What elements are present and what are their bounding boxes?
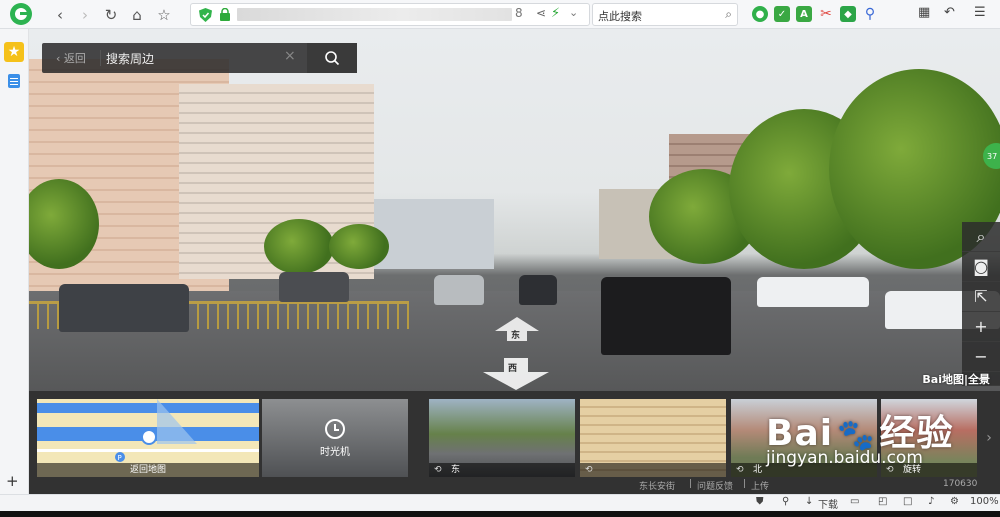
share-icon[interactable]: ⋖ bbox=[536, 6, 546, 20]
add-icon[interactable]: + bbox=[6, 472, 19, 490]
taskbar-edge bbox=[0, 511, 1000, 517]
upload-link[interactable]: 上传 bbox=[751, 479, 769, 492]
capture-date: 170630 bbox=[943, 479, 978, 489]
download-icon[interactable]: ↓ bbox=[805, 496, 813, 507]
car-police bbox=[757, 277, 869, 307]
jingyan-watermark: Bai 🐾 经验 jingyan.baidu.com bbox=[766, 404, 953, 468]
tree bbox=[264, 219, 334, 274]
nearby-search-input[interactable]: 搜索周边 bbox=[106, 50, 286, 67]
thumb-caption: 东 bbox=[429, 463, 575, 477]
baidu-map-brand: Bai地图|全景 bbox=[922, 373, 990, 386]
browser-toolbar: ‹ › ↻ ⌂ ☆ 8 ⋖ ⚡ ⌄ 点此搜索 ⌕ ● ✓ A ✂ ◆ ⚲ ▦ ↶… bbox=[0, 0, 1000, 29]
divider: | bbox=[743, 479, 747, 489]
browser-statusbar: ⛊ ⚲ ↓ 下载 ▭ ◰ □ ♪ ⚙ 100% bbox=[0, 494, 1000, 511]
building-mid bbox=[374, 199, 494, 269]
watermark-url: jingyan.baidu.com bbox=[766, 448, 923, 468]
zoom-in-icon[interactable]: + bbox=[962, 312, 1000, 342]
clear-icon[interactable]: × bbox=[284, 48, 296, 64]
divider bbox=[100, 50, 101, 66]
car-black-suv bbox=[601, 277, 731, 355]
menu-icon[interactable]: ☰ bbox=[974, 5, 986, 20]
game-extension-icon[interactable]: ◆ bbox=[840, 6, 856, 22]
magnifier-extension-icon[interactable]: ⚲ bbox=[862, 6, 878, 22]
notes-icon[interactable] bbox=[8, 74, 20, 88]
speed-mode-icon[interactable]: ⚡ bbox=[551, 6, 560, 21]
rotate-icon: ⟲ bbox=[434, 465, 442, 475]
back-button[interactable]: ‹ 返回 bbox=[56, 50, 86, 66]
time-machine-label: 时光机 bbox=[320, 447, 350, 458]
chevron-right-icon[interactable]: › bbox=[978, 399, 1000, 477]
url-tail: 8 bbox=[515, 6, 523, 20]
search-button[interactable] bbox=[307, 43, 357, 73]
home-icon[interactable]: ⌂ bbox=[127, 5, 147, 25]
poi-search-bar: ‹ 返回 搜索周边 × bbox=[42, 43, 357, 73]
apps-grid-icon[interactable]: ▦ bbox=[918, 5, 930, 20]
image-icon[interactable]: ▭ bbox=[850, 496, 859, 507]
back-icon[interactable]: ‹ bbox=[50, 5, 70, 25]
address-bar[interactable]: 8 ⋖ ⚡ ⌄ bbox=[190, 3, 590, 26]
thumb-panorama[interactable]: 东 ⟲ bbox=[429, 399, 575, 477]
rotate-icon: ⟲ bbox=[585, 465, 593, 475]
search-tool-icon[interactable]: ⌕ bbox=[962, 222, 1000, 252]
bookmark-star-icon[interactable]: ☆ bbox=[154, 5, 174, 25]
clock-icon bbox=[325, 419, 345, 439]
window-icon[interactable]: □ bbox=[903, 496, 912, 507]
refresh-icon[interactable]: ↻ bbox=[101, 5, 121, 25]
sound-icon[interactable]: ♪ bbox=[928, 496, 934, 507]
zoom-level[interactable]: 100% bbox=[970, 496, 999, 507]
camera-icon[interactable]: ◙ bbox=[962, 252, 1000, 282]
rotate-icon: ⟲ bbox=[736, 465, 744, 475]
svg-text:P: P bbox=[118, 454, 122, 462]
browser-logo bbox=[10, 3, 32, 25]
car-left bbox=[279, 272, 349, 302]
screenshot-icon[interactable]: ◰ bbox=[878, 496, 887, 507]
favorites-star-icon[interactable]: ★ bbox=[4, 42, 24, 62]
chat-extension-icon[interactable]: ● bbox=[752, 6, 768, 22]
search-placeholder: 点此搜索 bbox=[598, 10, 642, 23]
thumb-caption: 返回地图 bbox=[37, 463, 259, 477]
tree bbox=[329, 224, 389, 269]
divider: | bbox=[689, 479, 693, 489]
translate-extension-icon[interactable]: A bbox=[796, 6, 812, 22]
clean-icon[interactable]: ⛊ bbox=[756, 496, 764, 507]
side-panel: ★ + bbox=[0, 29, 29, 494]
street-view-panorama[interactable]: ‹ 返回 搜索周边 × ⌕ ◙ ⇱ + − ⌄ 37 东 西 Bai地图|全景 bbox=[29, 29, 1000, 391]
url-text-blurred bbox=[237, 8, 512, 21]
search-icon bbox=[325, 51, 340, 66]
panorama-tools: ⌕ ◙ ⇱ + − ⌄ bbox=[962, 222, 1000, 386]
forward-arrow[interactable]: 东 bbox=[495, 317, 539, 344]
backward-direction-label: 西 bbox=[508, 364, 518, 374]
car-dark bbox=[519, 275, 557, 305]
download-label[interactable]: 下载 bbox=[818, 496, 838, 511]
feedback-link[interactable]: 问题反馈 bbox=[697, 479, 733, 492]
zoom-out-icon[interactable]: − bbox=[962, 342, 1000, 372]
forward-icon[interactable]: › bbox=[75, 5, 95, 25]
thumb-time-machine[interactable]: 时光机 bbox=[262, 399, 408, 477]
shield-extension-icon[interactable]: ✓ bbox=[774, 6, 790, 22]
thumb-return-map[interactable]: P 返回地图 bbox=[37, 399, 259, 477]
car-silver bbox=[434, 275, 484, 305]
pin-icon[interactable]: ⚲ bbox=[782, 496, 789, 507]
undo-icon[interactable]: ↶ bbox=[944, 5, 955, 20]
security-shield-icon bbox=[199, 8, 212, 22]
share-icon[interactable]: ⇱ bbox=[962, 282, 1000, 312]
forward-direction-label: 东 bbox=[511, 331, 521, 341]
lock-icon bbox=[220, 8, 230, 21]
browser-search-input[interactable]: 点此搜索 ⌕ bbox=[592, 3, 738, 26]
car-left bbox=[59, 284, 189, 332]
chevron-down-icon[interactable]: ⌄ bbox=[569, 6, 578, 19]
search-icon[interactable]: ⌕ bbox=[725, 7, 732, 22]
thumb-panorama[interactable]: ⟲ bbox=[580, 399, 726, 477]
location-name: 东长安街 bbox=[639, 482, 676, 492]
settings-icon[interactable]: ⚙ bbox=[950, 496, 959, 507]
scissors-icon[interactable]: ✂ bbox=[818, 6, 834, 22]
time-machine-button: 时光机 bbox=[262, 419, 408, 458]
backward-arrow[interactable]: 西 bbox=[483, 358, 549, 391]
back-label: 返回 bbox=[63, 52, 86, 65]
strip-footer: 东长安街 | 问题反馈 | 上传 170630 bbox=[29, 479, 1000, 492]
thumb-caption bbox=[580, 463, 726, 477]
